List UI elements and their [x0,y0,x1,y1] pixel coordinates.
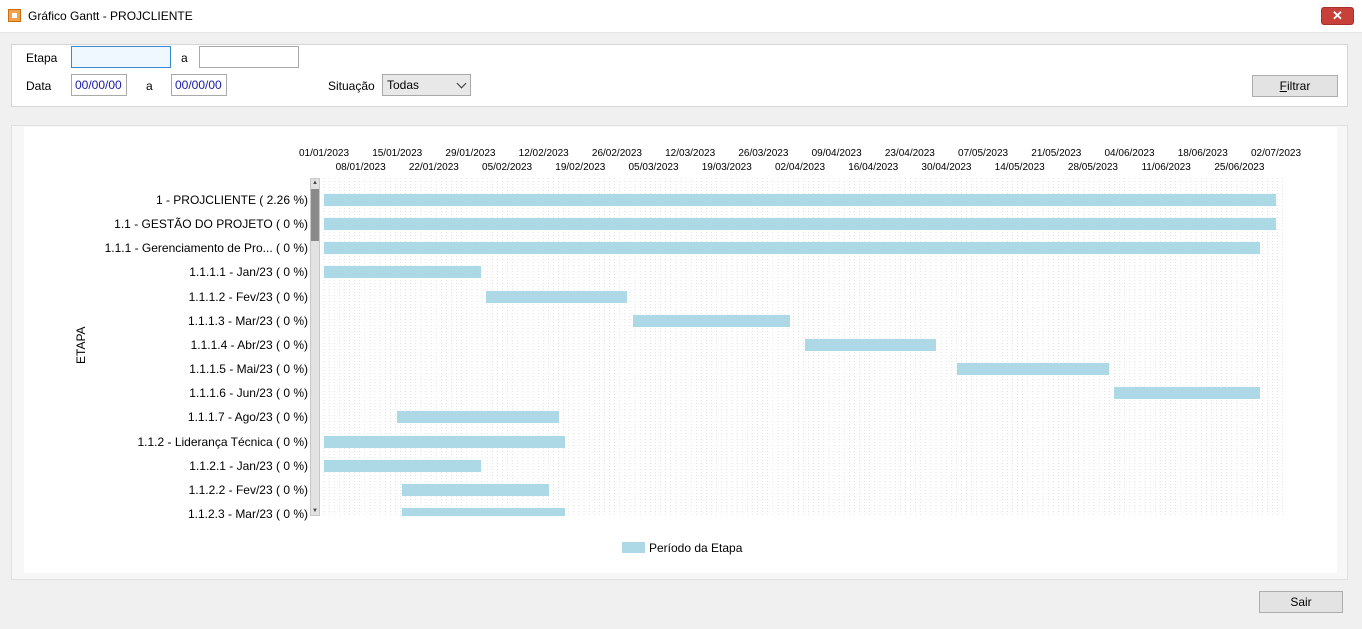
x-tick-top: 18/06/2023 [1177,148,1228,159]
x-tick-bottom: 25/06/2023 [1214,162,1265,173]
x-tick-top: 21/05/2023 [1031,148,1082,159]
gantt-bar[interactable] [632,314,790,327]
gantt-bar[interactable] [324,459,481,472]
y-axis-label: ETAPA [74,326,88,364]
row-label: 1.1.1.7 - Ago/23 ( 0 %) [187,410,308,425]
row-label: 1.1.2.3 - Mar/23 ( 0 %) [187,506,308,521]
x-tick-bottom: 08/01/2023 [335,162,386,173]
gantt-bar[interactable] [402,483,549,496]
gantt-bar[interactable] [324,242,1261,255]
situacao-label: Situação [328,79,375,93]
row-label: 1.1.1.1 - Jan/23 ( 0 %) [189,265,308,280]
gantt-bar[interactable] [805,338,936,351]
x-tick-bottom: 16/04/2023 [848,162,899,173]
legend-label: Período da Etapa [649,541,743,555]
scroll-thumb[interactable] [311,189,319,241]
gantt-bar[interactable] [1113,387,1261,400]
scroll-up-icon[interactable]: ▲ [311,179,319,187]
gantt-bar[interactable] [402,507,565,516]
row-label: 1.1 - GESTÃO DO PROJETO ( 0 %) [114,217,308,232]
x-tick-bottom: 14/05/2023 [994,162,1045,173]
row-label: 1.1.1.2 - Fev/23 ( 0 %) [188,289,308,304]
row-label: 1.1.2 - Liderança Técnica ( 0 %) [137,434,308,449]
gantt-bar[interactable] [324,435,565,448]
x-tick-top: 02/07/2023 [1250,148,1302,159]
row-label: 1.1.2.1 - Jan/23 ( 0 %) [189,458,308,473]
x-tick-top: 12/02/2023 [518,148,569,159]
filtrar-button[interactable]: Filtrar [1252,75,1338,97]
situacao-select[interactable]: Todas [382,74,471,96]
gantt-bar[interactable] [324,266,481,279]
row-labels: 1 - PROJCLIENTE ( 2.26 %) 1.1 - GESTÃO DO… [8,0,308,629]
row-label: 1.1.1.4 - Abr/23 ( 0 %) [190,337,308,352]
sair-button[interactable]: Sair [1259,591,1343,613]
gantt-bar[interactable] [486,290,628,303]
close-button[interactable]: ✕ [1321,7,1354,25]
gantt-bar[interactable] [324,218,1276,231]
filtrar-accel: F [1279,79,1287,93]
x-tick-bottom: 28/05/2023 [1067,162,1118,173]
x-tick-top: 26/02/2023 [591,148,642,159]
vertical-scrollbar[interactable]: ▲ ▼ [310,178,320,516]
x-tick-bottom: 05/02/2023 [482,162,533,173]
row-label: 1.1.2.2 - Fev/23 ( 0 %) [188,482,308,497]
x-tick-top: 26/03/2023 [738,148,789,159]
gantt-bar[interactable] [324,194,1276,206]
x-tick-top: 23/04/2023 [884,148,935,159]
x-tick-top: 12/03/2023 [665,148,716,159]
x-tick-bottom: 05/03/2023 [628,162,679,173]
gantt-bar[interactable] [397,411,560,424]
x-tick-top: 15/01/2023 [372,148,423,159]
situacao-value: Todas [387,78,420,92]
gantt-bar[interactable] [956,363,1109,376]
x-tick-top: 07/05/2023 [958,148,1009,159]
chevron-down-icon [456,78,467,89]
x-tick-top: 29/01/2023 [445,148,496,159]
x-tick-bottom: 19/02/2023 [555,162,606,173]
x-tick-top: 09/04/2023 [811,148,862,159]
x-tick-bottom: 11/06/2023 [1141,162,1191,173]
scroll-down-icon[interactable]: ▼ [311,507,319,515]
row-label: 1.1.1.5 - Mai/23 ( 0 %) [189,362,308,377]
row-label: 1.1.1 - Gerenciamento de Pro... ( 0 %) [104,241,308,256]
x-tick-bottom: 02/04/2023 [774,162,826,173]
x-tick-bottom: 30/04/2023 [921,162,972,173]
x-tick-top: 04/06/2023 [1104,148,1155,159]
legend-swatch [622,542,645,553]
row-label: 1.1.1.6 - Jun/23 ( 0 %) [189,386,308,401]
row-label: 1.1.1.3 - Mar/23 ( 0 %) [187,313,308,328]
row-label: 1 - PROJCLIENTE ( 2.26 %) [155,193,308,207]
x-tick-bottom: 19/03/2023 [701,162,752,173]
filtrar-label: iltrar [1287,79,1311,93]
x-tick-bottom: 22/01/2023 [408,162,459,173]
